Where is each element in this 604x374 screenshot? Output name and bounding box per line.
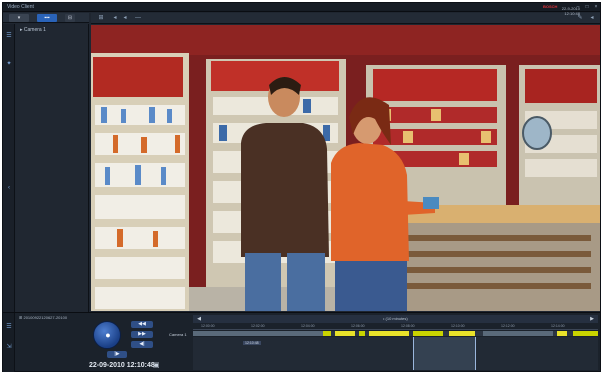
playback-dial[interactable]: ● bbox=[93, 321, 121, 349]
tick-label: 12:12:00 bbox=[501, 324, 515, 328]
step-back-button[interactable]: ◀| bbox=[131, 341, 153, 348]
timeline-resolution[interactable]: • (10 minutes) bbox=[383, 315, 408, 323]
left-rail: ☰ ✦ ‹ bbox=[3, 24, 15, 314]
volume-slider[interactable]: — bbox=[131, 15, 145, 22]
volume-icon[interactable]: ◂ bbox=[121, 15, 129, 22]
cursor-time-label: 12:10:48 bbox=[243, 341, 261, 345]
speaker-icon[interactable]: ◂ bbox=[588, 15, 596, 22]
playback-timestamp: 22-09-2010 12:10:48 bbox=[89, 362, 155, 369]
play-icon[interactable]: ● bbox=[102, 329, 114, 341]
tick-label: 12:02:00 bbox=[251, 324, 265, 328]
timeline-header: ◀ • (10 minutes) ▶ bbox=[193, 315, 598, 323]
left-panel-tabs: ▾ ▪▪▪ ⊟ bbox=[3, 13, 89, 23]
grid-icon[interactable]: ⊞ bbox=[97, 15, 105, 22]
tick-label: 12:04:00 bbox=[301, 324, 315, 328]
tick-label: 12:10:00 bbox=[451, 324, 465, 328]
tree-icon[interactable]: ☰ bbox=[5, 32, 13, 40]
recording-track[interactable] bbox=[193, 331, 598, 336]
fast-rewind-button[interactable]: ◀◀ bbox=[131, 321, 153, 328]
track-segment bbox=[557, 331, 567, 336]
list-icon[interactable]: ☰ bbox=[5, 323, 13, 331]
track-segment bbox=[449, 331, 475, 336]
tick-label: 12:06:00 bbox=[351, 324, 365, 328]
track-segment bbox=[413, 331, 443, 336]
video-frame bbox=[91, 25, 600, 311]
bottom-rail: ☰ ⇲ bbox=[3, 313, 15, 372]
fast-forward-button[interactable]: ▶▶ bbox=[131, 331, 153, 338]
tree-item-camera[interactable]: ▸ Camera 1 bbox=[20, 27, 46, 33]
video-view[interactable] bbox=[91, 25, 600, 311]
arrow-icon[interactable]: ‹ bbox=[5, 184, 13, 192]
playback-panel: ☰ ⇲ ⊞ 20100922120627-20100 ● ◀◀ ▶▶ ◀| |▶… bbox=[3, 312, 600, 372]
pin-icon[interactable]: ✦ bbox=[5, 60, 13, 68]
brand-logo: BOSCH bbox=[543, 4, 558, 9]
app-title: Video Client bbox=[7, 4, 34, 10]
device-tree: ▸ Camera 1 bbox=[16, 24, 89, 314]
tab-settings[interactable]: ⊟ bbox=[65, 14, 75, 22]
video-toolbar: ⊞ ◂ ◂ — 22-9-2010 12:10:48 ✎ ◂ bbox=[91, 6, 600, 24]
timeline-right-icon[interactable]: ▶ bbox=[588, 315, 596, 323]
title-bar: Video Client BOSCH – □ × bbox=[3, 3, 600, 12]
track-segment bbox=[573, 331, 598, 336]
close-icon[interactable]: × bbox=[593, 4, 599, 10]
recording-file[interactable]: ⊞ 20100922120627-20100 bbox=[19, 315, 67, 320]
track-segment bbox=[369, 331, 409, 336]
rewind-icon[interactable]: ◂ bbox=[111, 15, 119, 22]
tick-label: 12:14:00 bbox=[551, 324, 565, 328]
app-window: Video Client BOSCH – □ × ▾ ▪▪▪ ⊟ ☰ ✦ ‹ ▸… bbox=[2, 2, 601, 372]
snapshot-icon[interactable]: ✎ bbox=[576, 15, 584, 22]
tab-devices[interactable]: ▾ bbox=[9, 14, 29, 22]
tick-label: 12:00:00 bbox=[201, 324, 215, 328]
step-forward-button[interactable]: |▶ bbox=[107, 351, 127, 358]
maximize-icon[interactable]: □ bbox=[584, 4, 590, 10]
track-segment bbox=[193, 331, 323, 336]
timeline-ruler: 12:00:00 12:02:00 12:04:00 12:06:00 12:0… bbox=[193, 324, 598, 330]
track-segment bbox=[483, 331, 553, 336]
tick-label: 12:08:00 bbox=[401, 324, 415, 328]
export-icon[interactable]: ⇲ bbox=[5, 343, 13, 351]
timeline-camera-label: Camera 1 bbox=[169, 332, 187, 337]
playback-selection[interactable] bbox=[413, 337, 476, 370]
track-segment bbox=[359, 331, 365, 336]
tab-layout[interactable]: ▪▪▪ bbox=[37, 14, 57, 22]
track-segment bbox=[335, 331, 355, 336]
timeline-left-icon[interactable]: ◀ bbox=[195, 315, 203, 323]
calendar-icon[interactable]: ▣ bbox=[153, 362, 161, 370]
track-segment bbox=[323, 331, 331, 336]
